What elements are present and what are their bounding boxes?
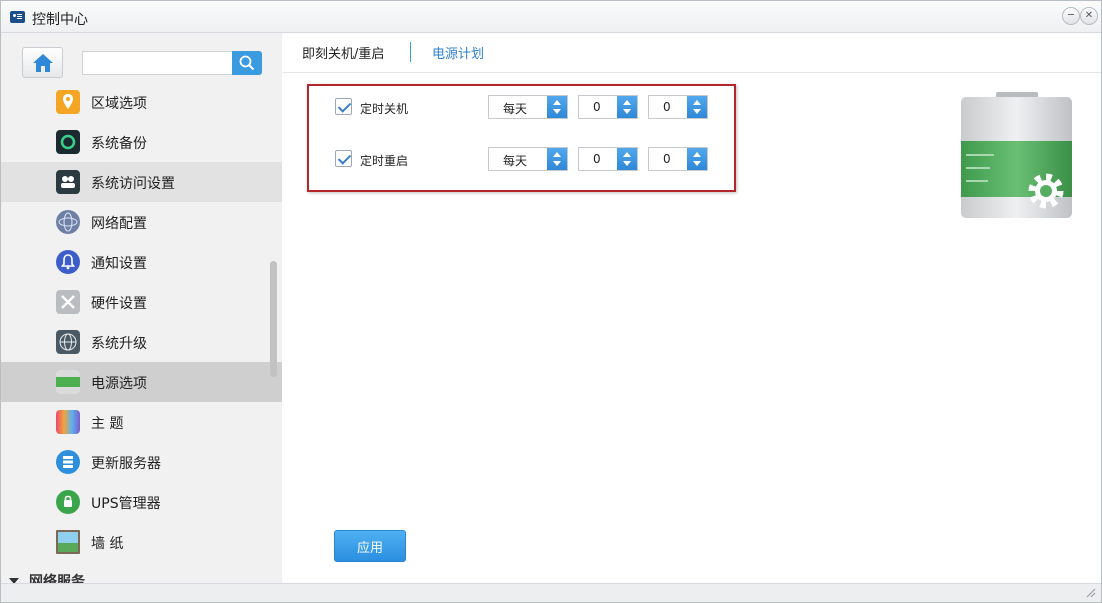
sidebar-item-label: 区域选项 (91, 96, 147, 112)
sidebar-item-label: 系统备份 (91, 136, 147, 152)
sidebar-item-label: UPS管理器 (91, 496, 161, 512)
schedule-panel: 定时关机 每天 0 0 定时重启 每天 0 0 (307, 84, 736, 192)
sidebar-group-network-services[interactable]: 网络服务 (9, 571, 85, 583)
sidebar-item-upgrade[interactable]: 系统升级 (1, 322, 282, 362)
search-input[interactable] (82, 51, 232, 75)
resize-grip-icon[interactable] (1086, 588, 1096, 598)
minimize-button[interactable]: ─ (1062, 7, 1080, 25)
sidebar-item-ups[interactable]: UPS管理器 (1, 482, 282, 522)
user-access-icon (56, 170, 80, 194)
spin-arrows-icon[interactable] (547, 96, 567, 118)
network-globe-icon (56, 210, 80, 234)
sidebar-group-label: 网络服务 (29, 574, 85, 583)
minute-value: 0 (663, 100, 671, 114)
search-icon (239, 55, 255, 71)
sidebar-item-update-server[interactable]: 更新服务器 (1, 442, 282, 482)
sidebar-scrollbar[interactable] (270, 261, 277, 377)
sidebar-item-wallpaper[interactable]: 墙 纸 (1, 522, 282, 562)
sidebar-item-label: 硬件设置 (91, 296, 147, 312)
sidebar-item-label: 通知设置 (91, 256, 147, 272)
shutdown-frequency-select[interactable]: 每天 (488, 95, 568, 119)
spin-arrows-icon[interactable] (617, 148, 637, 170)
home-icon (33, 54, 53, 72)
home-button[interactable] (22, 47, 63, 78)
hour-value: 0 (593, 152, 601, 166)
sidebar-item-label: 墙 纸 (91, 536, 124, 552)
battery-gear-icon (961, 92, 1072, 218)
shutdown-checkbox[interactable] (335, 98, 352, 115)
sidebar-item-power[interactable]: 电源选项 (1, 362, 282, 402)
sidebar-item-backup[interactable]: 系统备份 (1, 122, 282, 162)
schedule-row-label: 定时重启 (360, 154, 409, 168)
sidebar-item-label: 更新服务器 (91, 456, 161, 472)
sidebar-item-theme[interactable]: 主 题 (1, 402, 282, 442)
tab-power-plan[interactable]: 电源计划 (432, 43, 484, 62)
frequency-value: 每天 (503, 154, 528, 168)
window-title: 控制中心 (32, 12, 88, 28)
sidebar: 区域选项 系统备份 系统访问设置 网络配置 通知设置 硬件设置 系统升级 电源选… (1, 33, 282, 583)
status-bar (1, 583, 1101, 602)
sidebar-item-notification[interactable]: 通知设置 (1, 242, 282, 282)
sidebar-item-region[interactable]: 区域选项 (1, 82, 282, 122)
hour-value: 0 (593, 100, 601, 114)
search-button[interactable] (232, 51, 262, 75)
sidebar-item-label: 网络配置 (91, 216, 147, 232)
frequency-value: 每天 (503, 102, 528, 116)
sidebar-item-label: 系统升级 (91, 336, 147, 352)
ups-icon (56, 490, 80, 514)
shutdown-minute-stepper[interactable]: 0 (648, 95, 708, 119)
location-icon (56, 90, 80, 114)
tools-icon (56, 290, 80, 314)
spin-arrows-icon[interactable] (617, 96, 637, 118)
sidebar-item-hardware[interactable]: 硬件设置 (1, 282, 282, 322)
spin-arrows-icon[interactable] (687, 96, 707, 118)
restart-checkbox[interactable] (335, 150, 352, 167)
minute-value: 0 (663, 152, 671, 166)
restart-frequency-select[interactable]: 每天 (488, 147, 568, 171)
theme-icon (56, 410, 80, 434)
sidebar-item-label: 主 题 (91, 416, 124, 432)
wallpaper-icon (56, 530, 80, 554)
sidebar-item-network[interactable]: 网络配置 (1, 202, 282, 242)
title-bar: 控制中心 ─ ✕ (1, 1, 1101, 33)
spin-arrows-icon[interactable] (687, 148, 707, 170)
control-center-window: 控制中心 ─ ✕ 区域选项 系统备份 系统访问设置 网络配置 通知设置 硬件设置… (0, 0, 1102, 603)
tab-divider (410, 42, 411, 62)
schedule-row-label: 定时关机 (360, 102, 409, 116)
sidebar-item-access[interactable]: 系统访问设置 (1, 162, 282, 202)
backup-icon (56, 130, 80, 154)
close-button[interactable]: ✕ (1080, 7, 1098, 25)
upgrade-globe-icon (56, 330, 80, 354)
restart-hour-stepper[interactable]: 0 (578, 147, 638, 171)
tab-shutdown-restart[interactable]: 即刻关机/重启 (302, 43, 384, 62)
apply-button[interactable]: 应用 (334, 530, 406, 562)
tab-bar: 即刻关机/重启 电源计划 (283, 33, 1101, 73)
sidebar-item-label: 系统访问设置 (91, 176, 175, 192)
restart-minute-stepper[interactable]: 0 (648, 147, 708, 171)
bell-icon (56, 250, 80, 274)
schedule-row-restart: 定时重启 每天 0 0 (309, 144, 734, 172)
sidebar-item-label: 电源选项 (91, 376, 147, 392)
app-icon (10, 11, 25, 23)
spin-arrows-icon[interactable] (547, 148, 567, 170)
update-server-icon (56, 450, 80, 474)
battery-icon (56, 370, 80, 394)
schedule-row-shutdown: 定时关机 每天 0 0 (309, 92, 734, 120)
shutdown-hour-stepper[interactable]: 0 (578, 95, 638, 119)
